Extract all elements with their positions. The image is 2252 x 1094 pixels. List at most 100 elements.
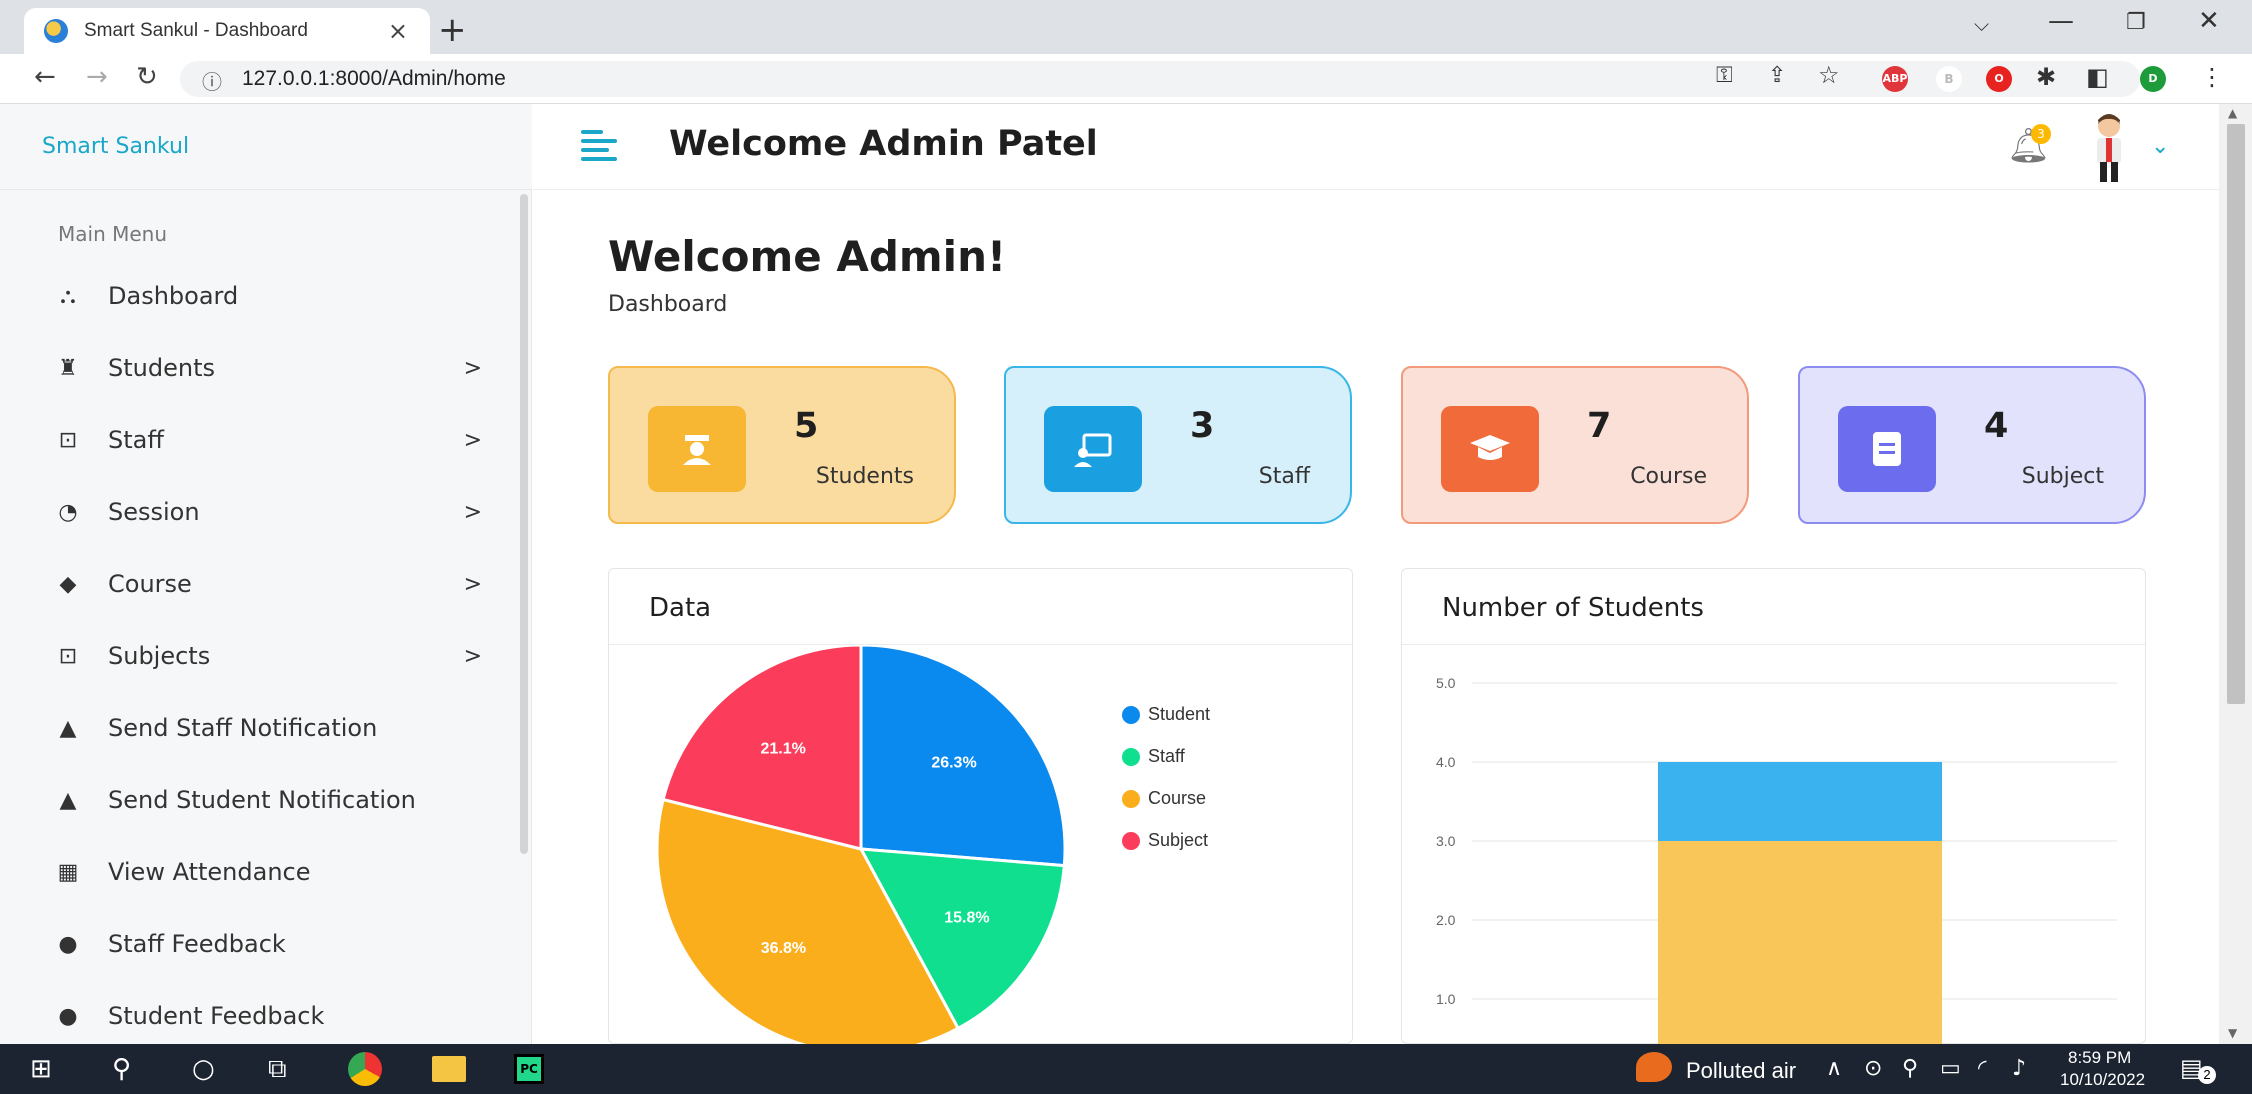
address-bar[interactable]: ⓘ 127.0.0.1:8000/Admin/home ⚿ ⇪ ☆ [180, 61, 2140, 97]
reload-icon[interactable]: ↻ [136, 62, 158, 92]
close-window-icon[interactable]: ✕ [2198, 6, 2220, 36]
browser-menu-icon[interactable]: ⋮ [2200, 63, 2224, 91]
weather-icon[interactable] [1636, 1052, 1672, 1082]
battery-icon[interactable]: ▭ [1940, 1056, 1961, 1081]
tab-search-icon[interactable]: ⌵ [1974, 12, 1989, 36]
legend-swatch [1122, 705, 1140, 724]
wifi-icon[interactable]: ◜ [1978, 1056, 1987, 1081]
graduation-cap-icon: ◆ [59, 571, 77, 597]
legend-item[interactable]: Staff [1122, 746, 1185, 767]
y-tick-label: 4.0 [1436, 754, 1456, 770]
dashboard-icon: ⛬ [60, 283, 76, 309]
chevron-down-icon[interactable]: ⌄ [2151, 134, 2169, 159]
bar-chart-panel: Number of Students 5.0 4.0 3.0 2.0 1.0 [1401, 568, 2146, 1044]
bookmark-star-icon[interactable]: ☆ [1818, 61, 1840, 89]
stat-label: Students [815, 464, 914, 489]
sidebar-item-label: Session [108, 498, 200, 526]
adblock-extension-icon[interactable]: ABP [1882, 66, 1908, 92]
page-scrollbar-thumb[interactable] [2227, 124, 2245, 704]
key-icon[interactable]: ⚿ [1716, 63, 1733, 88]
stat-value: 5 [794, 406, 819, 446]
pie-slice-label: 15.8% [944, 909, 989, 926]
stat-card-staff[interactable]: 3 Staff [1004, 366, 1352, 524]
side-panel-icon[interactable]: ◧ [2086, 63, 2109, 91]
notification-center-count: 2 [2198, 1066, 2216, 1084]
subjects-icon: ⊡ [58, 643, 78, 669]
sidebar-item-label: Course [108, 570, 192, 598]
comments-icon: ● [58, 931, 78, 957]
stat-label: Staff [1258, 464, 1310, 489]
chrome-taskbar-icon[interactable] [348, 1052, 382, 1086]
bar-segment-0 [1658, 841, 1942, 1044]
close-tab-icon[interactable]: × [388, 17, 408, 45]
chevron-right-icon: > [463, 571, 482, 597]
sidebar-item-send-staff-notification[interactable]: ▲ Send Staff Notification [0, 692, 532, 764]
stat-value: 3 [1190, 406, 1215, 446]
stat-card-course[interactable]: 7 Course [1401, 366, 1749, 524]
legend-item[interactable]: Subject [1122, 830, 1208, 851]
sidebar-item-send-student-notification[interactable]: ▲ Send Student Notification [0, 764, 532, 836]
restore-icon[interactable]: ❐ [2126, 10, 2146, 35]
sidebar-scrollbar[interactable] [520, 194, 528, 854]
clock-date[interactable]: 10/10/2022 [2060, 1070, 2145, 1090]
menu-toggle-icon[interactable] [581, 128, 617, 164]
sidebar-item-label: Subjects [108, 642, 211, 670]
legend-item[interactable]: Course [1122, 788, 1206, 809]
sidebar-item-staff-feedback[interactable]: ● Staff Feedback [0, 908, 532, 980]
clock-icon: ◔ [58, 499, 78, 525]
browser-tab[interactable]: Smart Sankul - Dashboard × [24, 8, 430, 54]
stat-card-students[interactable]: 5 Students [608, 366, 956, 524]
microphone-icon[interactable]: ⚲ [1902, 1056, 1918, 1081]
task-view-icon[interactable]: ⧉ [268, 1054, 287, 1085]
back-icon[interactable]: ← [34, 62, 56, 92]
meet-now-icon[interactable]: ⊙ [1864, 1056, 1882, 1081]
chevron-right-icon: > [463, 499, 482, 525]
extensions-puzzle-icon[interactable]: ✱ [2036, 63, 2056, 91]
pie-chart: 26.3% 15.8% 36.8% 21.1% [655, 646, 1067, 1044]
share-icon[interactable]: ⇪ [1768, 63, 1786, 88]
sidebar-item-session[interactable]: ◔ Session > [0, 476, 532, 548]
sidebar-item-staff[interactable]: ⊡ Staff > [0, 404, 532, 476]
site-info-icon[interactable]: ⓘ [202, 66, 222, 95]
student-icon [648, 406, 746, 492]
forward-icon[interactable]: → [86, 62, 108, 92]
clock-time[interactable]: 8:59 PM [2068, 1048, 2131, 1068]
pie-slice-label: 36.8% [761, 940, 806, 957]
extension-b-icon[interactable]: B [1936, 66, 1962, 92]
new-tab-button[interactable]: + [438, 10, 467, 50]
sidebar-item-view-attendance[interactable]: ▦ View Attendance [0, 836, 532, 908]
address-toolbar: ← → ↻ ⓘ 127.0.0.1:8000/Admin/home ⚿ ⇪ ☆ … [0, 54, 2252, 104]
minimize-icon[interactable]: — [2048, 6, 2074, 36]
sidebar-item-student-feedback[interactable]: ● Student Feedback [0, 980, 532, 1052]
volume-icon[interactable]: ♪ [2012, 1056, 2026, 1081]
panel-title: Data [649, 593, 712, 623]
legend-swatch [1122, 831, 1140, 850]
sidebar-item-label: Student Feedback [108, 1002, 325, 1030]
y-tick-label: 5.0 [1436, 675, 1456, 691]
sidebar-item-course[interactable]: ◆ Course > [0, 548, 532, 620]
brand-logo-text[interactable]: Smart Sankul [42, 134, 189, 159]
tab-title: Smart Sankul - Dashboard [84, 20, 308, 41]
bar-segment-1 [1658, 762, 1942, 841]
book-icon [1838, 406, 1936, 492]
profile-avatar[interactable]: D [2140, 66, 2166, 92]
legend-label: Student [1148, 704, 1211, 724]
sidebar-item-label: Send Staff Notification [108, 714, 378, 742]
stat-card-subject[interactable]: 4 Subject [1798, 366, 2146, 524]
chevron-right-icon: > [463, 643, 482, 669]
pie-chart-panel: Data 26.3% 15.8% 36.8% 21.1% Student Staff Co… [608, 568, 1353, 1044]
legend-item[interactable]: Student [1122, 704, 1210, 725]
cortana-icon[interactable]: ○ [192, 1054, 215, 1084]
windows-start-icon[interactable]: ⊞ [30, 1054, 52, 1084]
chevron-up-icon[interactable]: ∧ [1826, 1056, 1842, 1081]
file-explorer-icon[interactable] [432, 1056, 466, 1082]
sidebar-item-dashboard[interactable]: ⛬ Dashboard [0, 260, 532, 332]
weather-text[interactable]: Polluted air [1686, 1058, 1796, 1084]
panel-header: Number of Students [1402, 569, 2145, 645]
sidebar-item-students[interactable]: ♜ Students > [0, 332, 532, 404]
user-avatar[interactable] [2089, 112, 2129, 184]
pycharm-icon[interactable]: PC [514, 1054, 544, 1084]
search-icon[interactable]: ⚲ [112, 1054, 131, 1084]
sidebar-item-subjects[interactable]: ⊡ Subjects > [0, 620, 532, 692]
opera-extension-icon[interactable]: O [1986, 66, 2012, 92]
